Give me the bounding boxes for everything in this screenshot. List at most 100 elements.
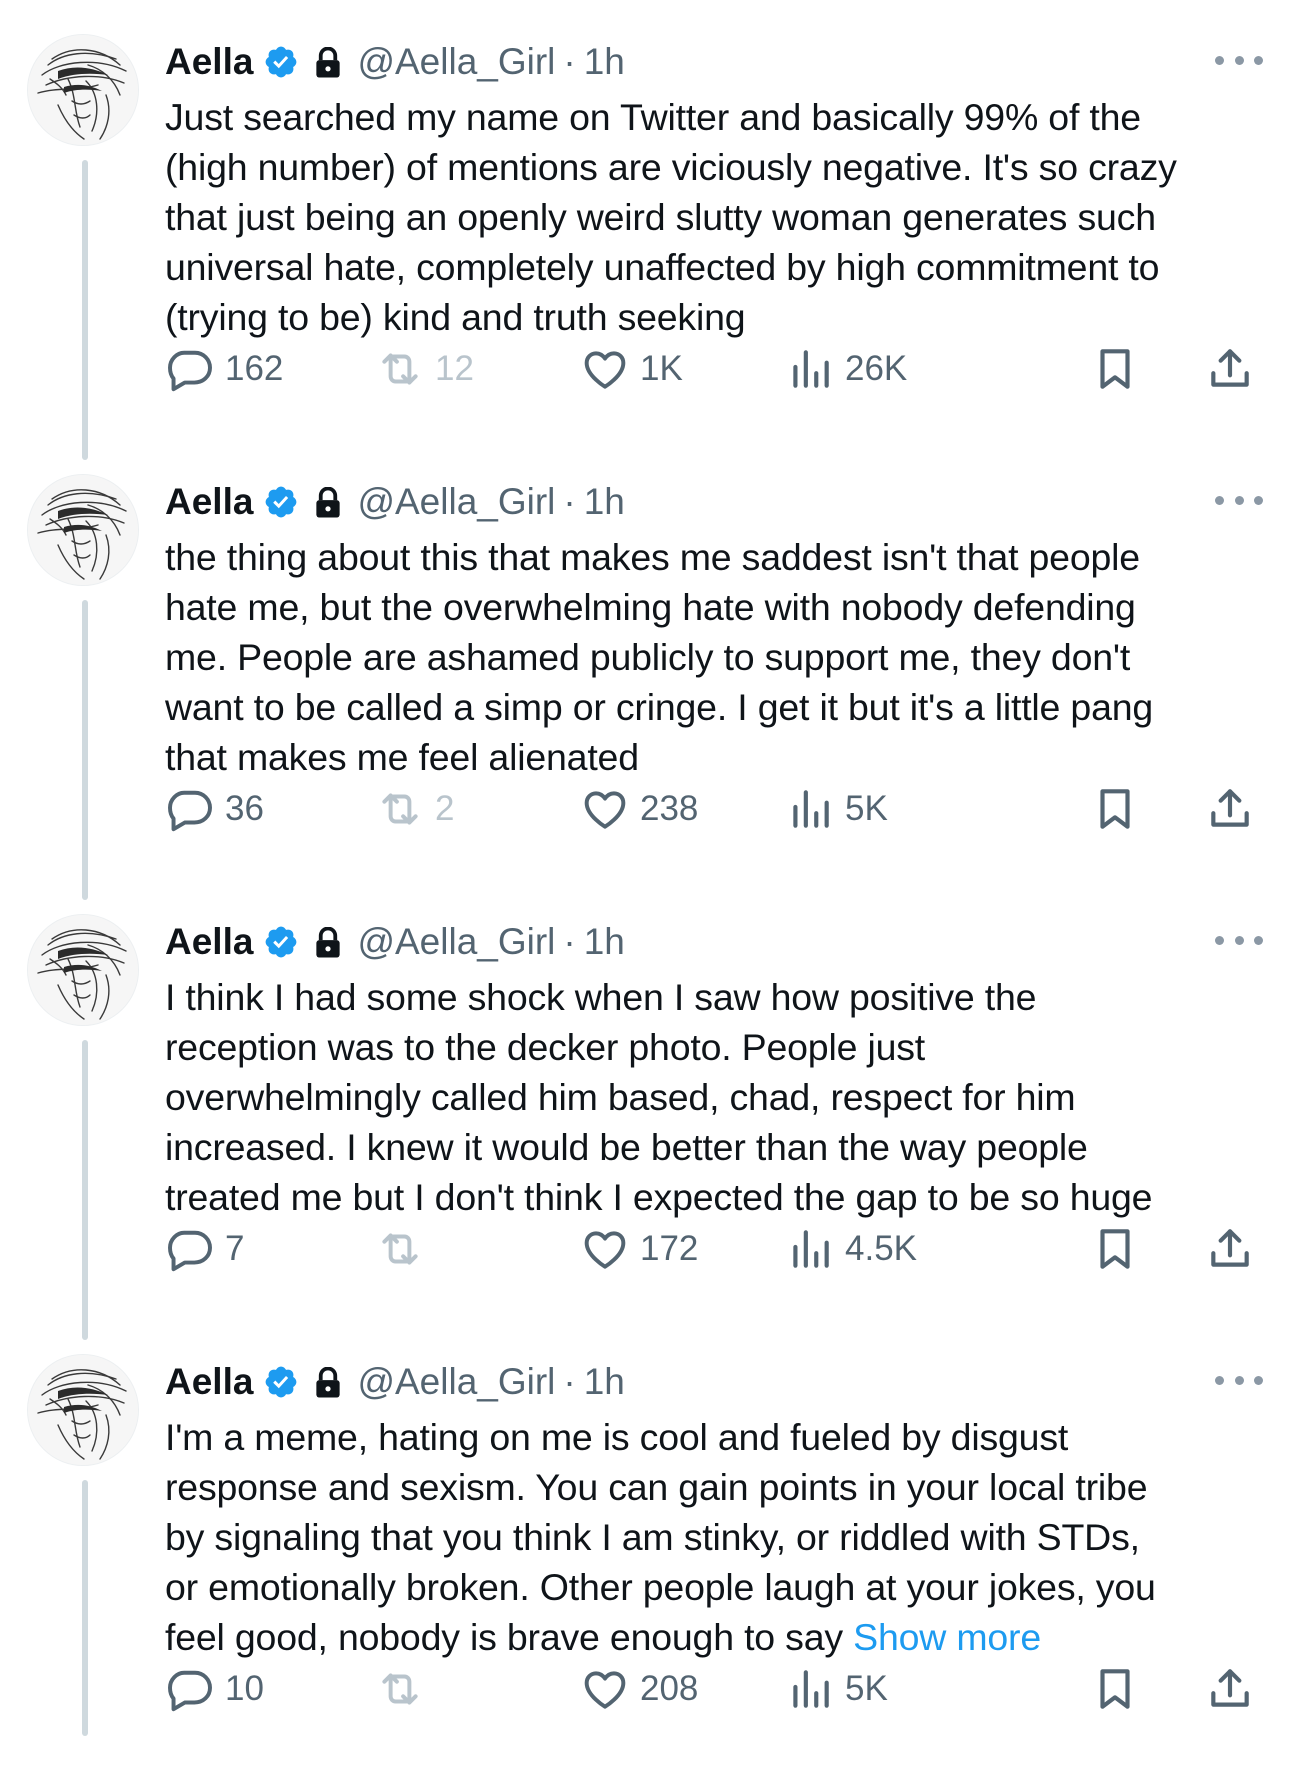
speech-bubble-icon xyxy=(165,1664,215,1714)
tweet-text-line-start: feel good, nobody is brave enough to say xyxy=(165,1616,854,1658)
like-button[interactable]: 172 xyxy=(580,1219,698,1279)
display-name[interactable]: Aella xyxy=(165,1361,253,1403)
tweet-text-line: the thing about this that makes me sadde… xyxy=(165,536,1140,578)
avatar-sketch-image xyxy=(28,1355,138,1465)
avatar-sketch-image xyxy=(28,475,138,585)
avatar[interactable] xyxy=(27,34,139,146)
tweet-header: Aella @Aella_Girl · 1h xyxy=(165,472,625,532)
action-bar: 7 172 4.5K xyxy=(165,1219,1265,1279)
heart-icon xyxy=(580,784,630,834)
avatar-sketch-image xyxy=(28,915,138,1025)
heart-icon xyxy=(580,1224,630,1274)
verified-badge-icon xyxy=(263,924,299,960)
like-button[interactable]: 238 xyxy=(580,779,698,839)
verified-badge-icon xyxy=(263,44,299,80)
tweet-text: I'm a meme, hating on me is cool and fue… xyxy=(165,1412,1275,1662)
tweet-3[interactable]: Aella @Aella_Girl · 1h I think I had som… xyxy=(0,898,1290,1338)
upload-arrow-icon xyxy=(1205,784,1255,834)
separator-dot: · xyxy=(563,1361,576,1402)
tweet-header: Aella @Aella_Girl · 1h xyxy=(165,912,625,972)
retweet-arrows-icon xyxy=(375,344,425,394)
bookmark-button[interactable] xyxy=(1090,1219,1140,1279)
speech-bubble-icon xyxy=(165,1224,215,1274)
retweet-count: 12 xyxy=(435,349,474,388)
tweet-text-line: hate me, but the overwhelming hate with … xyxy=(165,586,1136,628)
lock-icon xyxy=(313,1366,343,1398)
retweet-button[interactable]: 2 xyxy=(375,779,454,839)
avatar[interactable] xyxy=(27,474,139,586)
action-bar: 162 12 1K 26K xyxy=(165,339,1265,399)
retweet-arrows-icon xyxy=(375,1664,425,1714)
view-count: 5K xyxy=(845,1669,888,1708)
upload-arrow-icon xyxy=(1205,1224,1255,1274)
views-button[interactable]: 5K xyxy=(785,779,888,839)
tweet-text: Just searched my name on Twitter and bas… xyxy=(165,92,1275,342)
handle[interactable]: @Aella_Girl xyxy=(357,41,555,83)
timestamp[interactable]: 1h xyxy=(584,1361,625,1403)
handle[interactable]: @Aella_Girl xyxy=(357,481,555,523)
tweet-text-line: I'm a meme, hating on me is cool and fue… xyxy=(165,1416,1069,1458)
tweet-text-line: I think I had some shock when I saw how … xyxy=(165,976,1037,1018)
ellipsis-icon[interactable] xyxy=(1215,928,1263,952)
upload-arrow-icon xyxy=(1205,1664,1255,1714)
share-button[interactable] xyxy=(1205,779,1255,839)
retweet-button[interactable] xyxy=(375,1219,435,1279)
ellipsis-icon[interactable] xyxy=(1215,48,1263,72)
bar-chart-icon xyxy=(785,344,835,394)
avatar[interactable] xyxy=(27,914,139,1026)
lock-icon xyxy=(313,486,343,518)
retweet-button[interactable]: 12 xyxy=(375,339,474,399)
bookmark-button[interactable] xyxy=(1090,339,1140,399)
verified-badge-icon xyxy=(263,1364,299,1400)
tweet-text-line: increased. I knew it would be better tha… xyxy=(165,1126,1088,1168)
lock-icon xyxy=(313,46,343,78)
timestamp[interactable]: 1h xyxy=(584,921,625,963)
timestamp[interactable]: 1h xyxy=(584,481,625,523)
tweet-text-line: or emotionally broken. Other people laug… xyxy=(165,1566,1156,1608)
show-more-link[interactable]: Show more xyxy=(853,1616,1041,1658)
separator-dot: · xyxy=(563,921,576,962)
handle[interactable]: @Aella_Girl xyxy=(357,1361,555,1403)
view-count: 26K xyxy=(845,349,908,388)
bookmark-button[interactable] xyxy=(1090,1659,1140,1719)
display-name[interactable]: Aella xyxy=(165,41,253,83)
share-button[interactable] xyxy=(1205,339,1255,399)
like-count: 1K xyxy=(640,349,683,388)
tweet-text: the thing about this that makes me sadde… xyxy=(165,532,1275,782)
upload-arrow-icon xyxy=(1205,344,1255,394)
tweet-text-line: feel good, nobody is brave enough to say… xyxy=(165,1612,1275,1662)
separator-dot: · xyxy=(563,481,576,522)
like-button[interactable]: 1K xyxy=(580,339,683,399)
views-button[interactable]: 26K xyxy=(785,339,907,399)
lock-icon xyxy=(313,926,343,958)
reply-button[interactable]: 36 xyxy=(165,779,264,839)
bar-chart-icon xyxy=(785,784,835,834)
like-count: 172 xyxy=(640,1229,699,1268)
share-button[interactable] xyxy=(1205,1219,1255,1279)
tweet-4[interactable]: Aella @Aella_Girl · 1h I'm a meme, hatin… xyxy=(0,1338,1290,1778)
views-button[interactable]: 5K xyxy=(785,1659,888,1719)
reply-button[interactable]: 7 xyxy=(165,1219,244,1279)
reply-button[interactable]: 10 xyxy=(165,1659,264,1719)
views-button[interactable]: 4.5K xyxy=(785,1219,917,1279)
share-button[interactable] xyxy=(1205,1659,1255,1719)
bookmark-icon xyxy=(1090,784,1140,834)
display-name[interactable]: Aella xyxy=(165,481,253,523)
bar-chart-icon xyxy=(785,1224,835,1274)
retweet-button[interactable] xyxy=(375,1659,435,1719)
ellipsis-icon[interactable] xyxy=(1215,1368,1263,1392)
like-count: 208 xyxy=(640,1669,699,1708)
avatar[interactable] xyxy=(27,1354,139,1466)
like-button[interactable]: 208 xyxy=(580,1659,698,1719)
handle[interactable]: @Aella_Girl xyxy=(357,921,555,963)
tweet-text-line: me. People are ashamed publicly to suppo… xyxy=(165,636,1131,678)
reply-button[interactable]: 162 xyxy=(165,339,283,399)
ellipsis-icon[interactable] xyxy=(1215,488,1263,512)
bookmark-button[interactable] xyxy=(1090,779,1140,839)
speech-bubble-icon xyxy=(165,784,215,834)
tweet-1[interactable]: Aella @Aella_Girl · 1h Just searched my … xyxy=(0,18,1290,458)
tweet-2[interactable]: Aella @Aella_Girl · 1h the thing about t… xyxy=(0,458,1290,898)
display-name[interactable]: Aella xyxy=(165,921,253,963)
separator-dot: · xyxy=(563,41,576,82)
timestamp[interactable]: 1h xyxy=(584,41,625,83)
